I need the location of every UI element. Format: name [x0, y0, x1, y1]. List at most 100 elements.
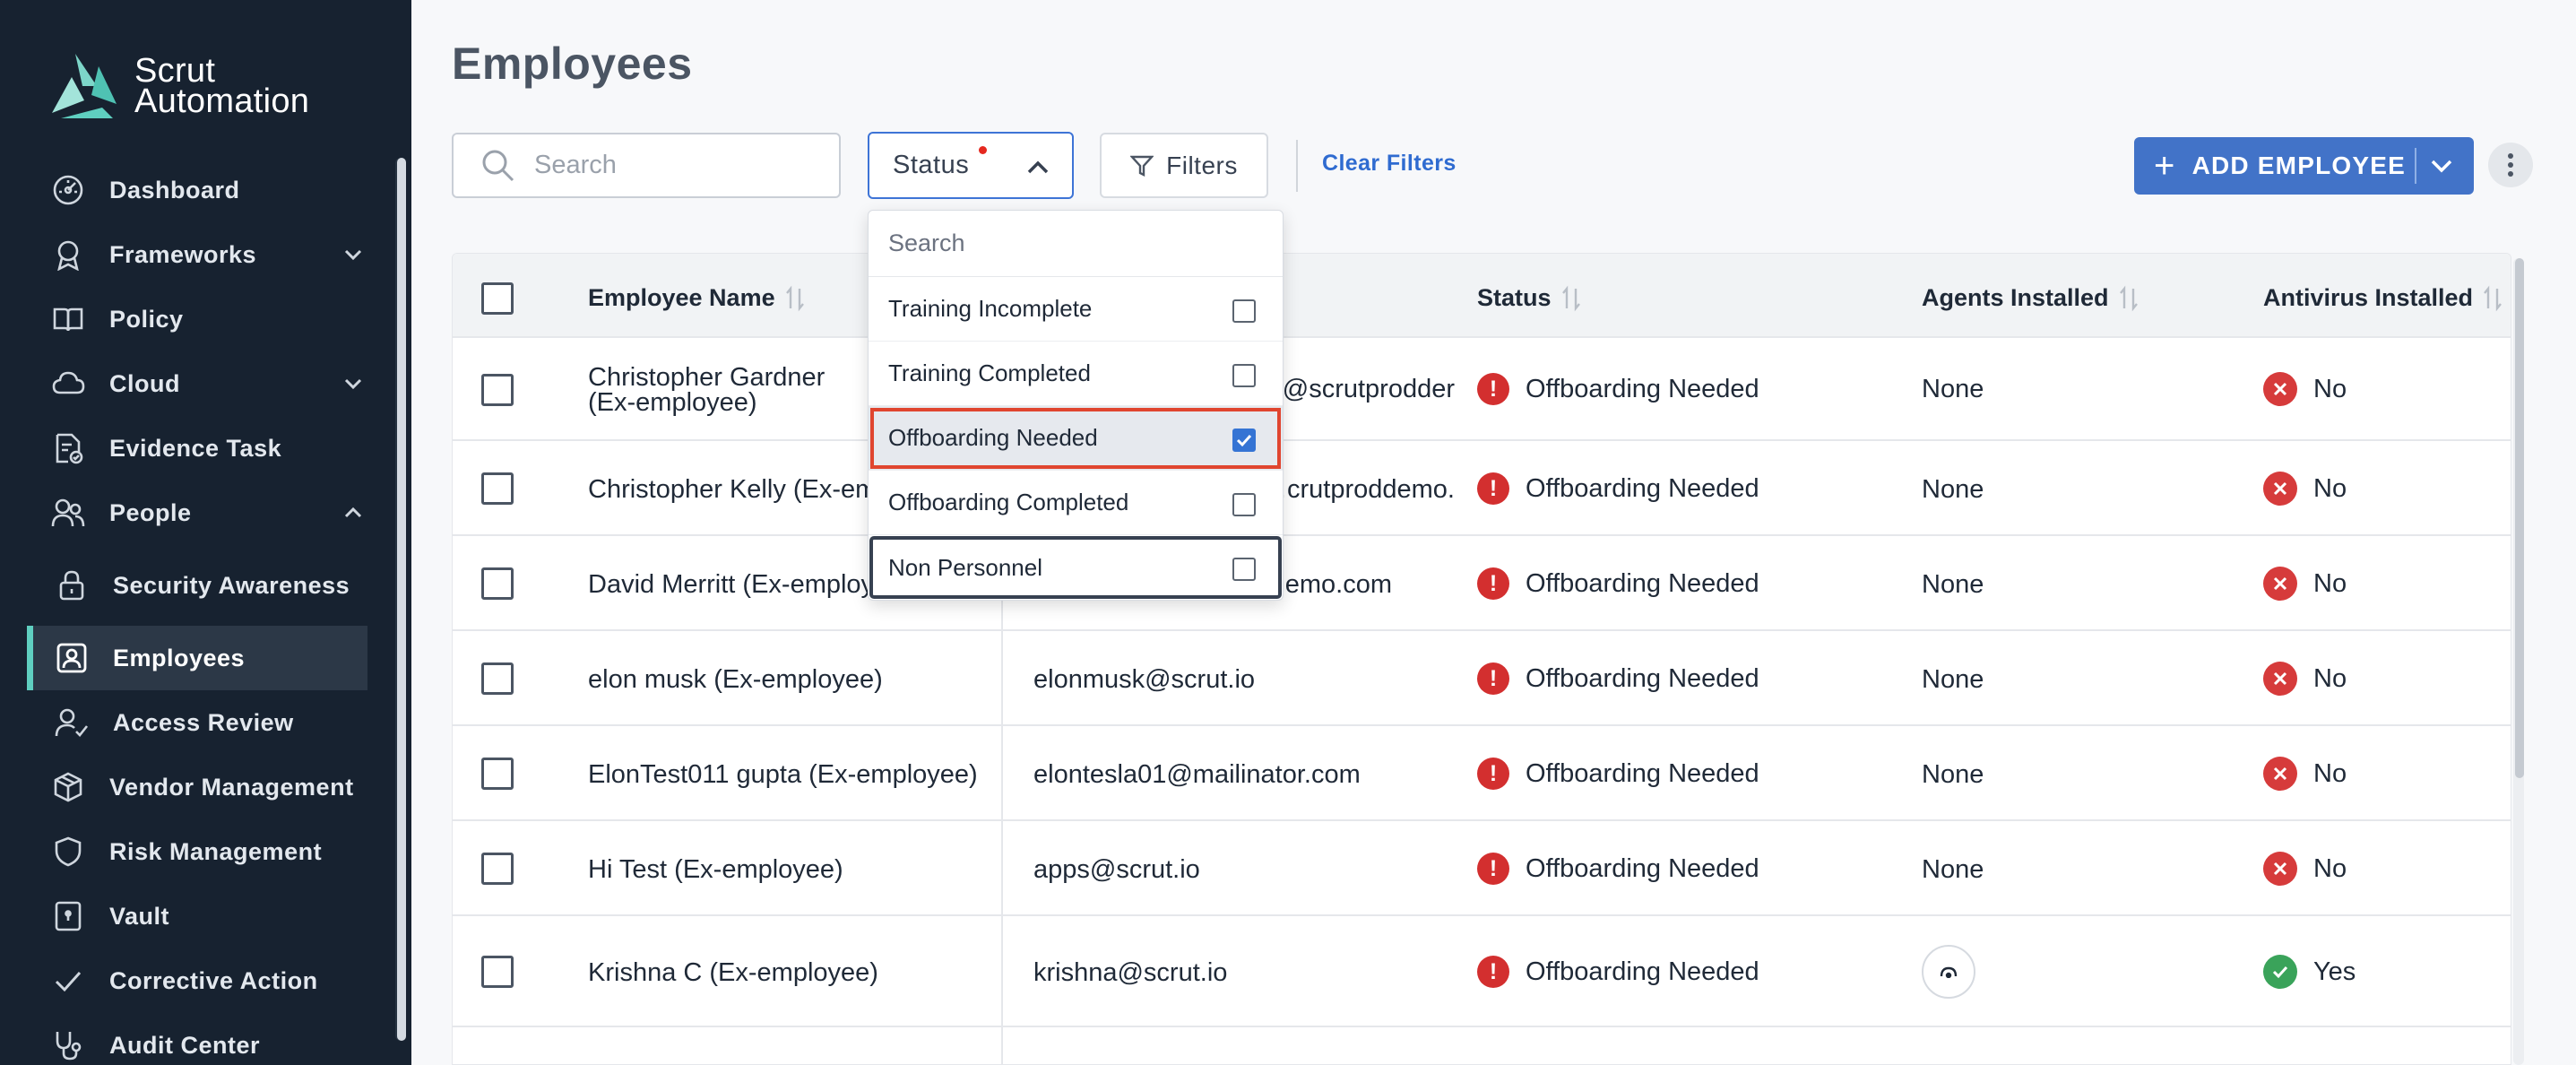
table-scrollbar[interactable] [2515, 258, 2524, 778]
document-check-icon [50, 430, 86, 466]
row-checkbox[interactable] [481, 472, 514, 505]
row-checkbox[interactable] [481, 662, 514, 695]
sidebar-item-label: Dashboard [109, 176, 240, 203]
alert-icon: ! [1477, 853, 1509, 885]
status-option-offboarding-completed[interactable]: Offboarding Completed [869, 471, 1283, 535]
row-checkbox[interactable] [481, 956, 514, 988]
option-checkbox[interactable] [1232, 364, 1256, 387]
employee-email: krishna@scrut.io [1033, 958, 1228, 987]
sidebar-item-employees[interactable]: Employees [27, 626, 367, 690]
column-header-agents-installed[interactable]: Agents Installed [1922, 284, 2139, 312]
column-header-label: Antivirus Installed [2263, 284, 2474, 311]
sidebar-item-cloud[interactable]: Cloud [0, 351, 394, 416]
status-filter-button[interactable]: Status [868, 132, 1074, 199]
active-filter-dot [979, 146, 987, 154]
employee-name[interactable]: Christopher Kelly (Ex-emp [588, 475, 891, 505]
column-header-employee-name[interactable]: Employee Name [588, 284, 806, 312]
chevron-down-icon[interactable] [341, 242, 366, 267]
row-checkbox[interactable] [481, 853, 514, 885]
row-checkbox[interactable] [481, 758, 514, 790]
alert-icon: ! [1477, 956, 1509, 988]
table-row[interactable]: Hi Test (Ex-employee) apps@scrut.io ! Off… [453, 821, 2511, 916]
button-separator [2415, 148, 2416, 184]
agents-installed: None [1922, 760, 1984, 789]
row-checkbox[interactable] [481, 567, 514, 600]
filters-button[interactable]: Filters [1100, 133, 1268, 198]
sidebar-item-security-awareness[interactable]: Security Awareness [0, 545, 394, 626]
status-option-training-completed[interactable]: Training Completed [869, 342, 1283, 406]
clear-filters-link[interactable]: Clear Filters [1322, 151, 1457, 177]
employee-name[interactable]: Krishna C (Ex-employee) [588, 958, 878, 988]
chevron-down-icon[interactable] [2427, 152, 2456, 180]
antivirus-installed: No [2263, 372, 2347, 406]
status-option-training-incomplete[interactable]: Training Incomplete [869, 277, 1283, 342]
employee-name[interactable]: ElonTest011 gupta (Ex-employee) [588, 760, 978, 790]
sidebar-item-evidence-task[interactable]: Evidence Task [0, 416, 394, 481]
antivirus-text: No [2313, 374, 2347, 403]
table-row[interactable] [453, 1027, 2511, 1064]
alert-icon: ! [1477, 662, 1509, 695]
sidebar-scrollbar[interactable] [397, 158, 406, 1041]
column-header-label: Status [1477, 284, 1552, 311]
column-header-label: Employee Name [588, 284, 775, 311]
sidebar-item-vault[interactable]: Vault [0, 884, 394, 948]
option-label: Offboarding Completed [888, 489, 1129, 515]
dropdown-search-input[interactable]: Search [869, 211, 1283, 277]
add-employee-button[interactable]: + ADD EMPLOYEE [2134, 137, 2474, 195]
chevron-up-icon[interactable] [341, 500, 366, 525]
table-row[interactable]: David Merritt (Ex-employe …emo.com ! Offb… [453, 536, 2511, 631]
sort-icon[interactable] [784, 285, 806, 312]
table-row[interactable]: Christopher Kelly (Ex-emp …crutproddemo.… [453, 441, 2511, 536]
option-checkbox[interactable] [1232, 493, 1256, 516]
sidebar-item-risk-management[interactable]: Risk Management [0, 819, 394, 884]
table-row[interactable]: ElonTest011 gupta (Ex-employee) elontesl… [453, 726, 2511, 821]
option-checkbox[interactable] [1232, 558, 1256, 581]
table-row[interactable]: Christopher Gardner (Ex-employee) …/@scr… [453, 338, 2511, 441]
column-header-status[interactable]: Status [1477, 284, 1582, 312]
sidebar-item-label: Policy [109, 305, 184, 333]
option-checkbox-checked[interactable] [1232, 429, 1256, 452]
check-icon [50, 963, 86, 999]
status-option-offboarding-needed[interactable]: Offboarding Needed [869, 406, 1283, 471]
sidebar-item-label: Access Review [113, 708, 294, 736]
column-header-antivirus-installed[interactable]: Antivirus Installed [2263, 284, 2503, 312]
employee-name[interactable]: elon musk (Ex-employee) [588, 665, 883, 695]
brand-line-2: Automation [134, 82, 310, 120]
employee-email: apps@scrut.io [1033, 855, 1200, 884]
sidebar-item-corrective-action[interactable]: Corrective Action [0, 948, 394, 1013]
sidebar-item-vendor-management[interactable]: Vendor Management [0, 755, 394, 819]
sidebar-item-label: Frameworks [109, 240, 257, 268]
search-icon [482, 150, 514, 181]
lock-icon [54, 567, 90, 603]
employee-name[interactable]: Hi Test (Ex-employee) [588, 855, 843, 885]
antivirus-installed: No [2263, 567, 2347, 601]
sidebar-item-access-review[interactable]: Access Review [0, 690, 394, 755]
table-row[interactable]: elon musk (Ex-employee) elonmusk@scrut.i… [453, 631, 2511, 726]
brand-logo[interactable]: Scrut Automation [48, 50, 309, 122]
select-all-checkbox[interactable] [481, 282, 514, 315]
status-option-non-personnel[interactable]: Non Personnel [869, 535, 1283, 600]
status-text: Offboarding Needed [1526, 473, 1759, 503]
sort-icon[interactable] [2482, 285, 2503, 312]
sidebar-item-audit-center[interactable]: Audit Center [0, 1013, 394, 1065]
agent-status-indicator[interactable] [1922, 945, 1975, 999]
antivirus-text: Yes [2313, 957, 2356, 986]
chevron-down-icon[interactable] [341, 371, 366, 396]
shield-icon [50, 834, 86, 870]
employee-name[interactable]: David Merritt (Ex-employe [588, 570, 888, 600]
sidebar-item-people[interactable]: People [0, 481, 394, 545]
row-checkbox[interactable] [481, 374, 514, 406]
sort-icon[interactable] [1560, 285, 1582, 312]
search-input[interactable]: Search [452, 133, 841, 198]
alert-icon: ! [1477, 373, 1509, 405]
sidebar-item-dashboard[interactable]: Dashboard [0, 158, 394, 222]
option-checkbox[interactable] [1232, 299, 1256, 323]
more-options-button[interactable] [2488, 143, 2533, 187]
sidebar-item-policy[interactable]: Policy [0, 287, 394, 351]
employee-name[interactable]: Christopher Gardner (Ex-employee) [588, 365, 875, 416]
sort-icon[interactable] [2118, 285, 2139, 312]
sidebar-item-frameworks[interactable]: Frameworks [0, 222, 394, 287]
status-text: Offboarding Needed [1526, 853, 1759, 883]
table-row[interactable]: Krishna C (Ex-employee) krishna@scrut.io… [453, 916, 2511, 1027]
x-circle-icon [2263, 757, 2297, 791]
